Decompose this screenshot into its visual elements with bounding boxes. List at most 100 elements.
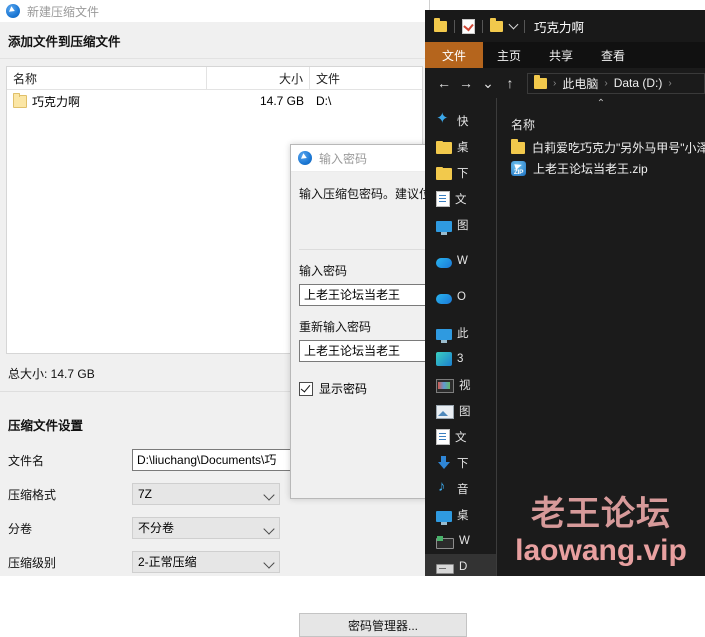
- divider: [454, 19, 455, 33]
- level-select-value: 2-正常压缩: [138, 555, 197, 569]
- sidebar-item-downloads-folder[interactable]: 下: [425, 160, 496, 186]
- folder-icon[interactable]: [434, 17, 447, 32]
- sidebar-item-label: W: [457, 255, 468, 267]
- explorer-window: 巧克力啊 文件 主页 共享 查看 ← → ⌄ ↑ › 此电脑 › Data (D…: [425, 10, 705, 576]
- sidebar-item-label: 文: [455, 432, 467, 444]
- network-drive-icon: [436, 535, 454, 549]
- sidebar-item-documents-pc[interactable]: 文: [425, 424, 496, 450]
- bandizip-window-title: 新建压缩文件: [27, 4, 100, 19]
- tab-share[interactable]: 共享: [535, 42, 587, 68]
- column-header-name[interactable]: 名称: [7, 67, 207, 89]
- this-pc-icon: [436, 328, 452, 343]
- chevron-right-icon: ›: [668, 77, 672, 89]
- explorer-ribbon-tabs: 文件 主页 共享 查看: [425, 42, 705, 68]
- sidebar-item-documents[interactable]: 文: [425, 186, 496, 212]
- explorer-body: 快 桌 下 文 图 W O: [425, 98, 705, 576]
- chevron-down-icon: [263, 523, 275, 535]
- label-format: 压缩格式: [8, 487, 57, 502]
- watermark-line-2: laowang.vip: [515, 534, 687, 567]
- sidebar-item-music[interactable]: 音: [425, 476, 496, 502]
- column-header-path[interactable]: 文件: [310, 67, 422, 89]
- music-icon: [436, 478, 452, 497]
- sidebar-item-pictures-pc[interactable]: 图: [425, 398, 496, 424]
- recent-locations-icon[interactable]: ⌄: [477, 72, 499, 94]
- sidebar-item-desktop-pc[interactable]: 桌: [425, 502, 496, 528]
- sidebar-item-data-drive[interactable]: D: [425, 554, 496, 576]
- star-icon: [436, 109, 452, 129]
- sidebar-item-3d-objects[interactable]: 3: [425, 346, 496, 372]
- explorer-address-bar: ← → ⌄ ↑ › 此电脑 › Data (D:) ›: [425, 68, 705, 98]
- sidebar-item-label: 图: [457, 220, 469, 232]
- row-path-cell: D:\: [316, 94, 332, 108]
- chevron-right-icon: ›: [604, 77, 608, 89]
- sidebar-item-desktop[interactable]: 桌: [425, 134, 496, 160]
- up-icon[interactable]: ↑: [499, 72, 521, 94]
- sidebar-item-downloads[interactable]: 下: [425, 450, 496, 476]
- customize-chevron-icon[interactable]: [508, 19, 519, 30]
- onedrive-icon: [436, 258, 452, 268]
- sidebar-item-onedrive-personal[interactable]: O: [425, 284, 496, 310]
- back-icon[interactable]: ←: [433, 72, 455, 94]
- sidebar-item-label: 下: [457, 168, 469, 180]
- collapse-ribbon-icon[interactable]: ⌃: [497, 98, 705, 110]
- table-row[interactable]: 巧克力啊 14.7 GB D:\: [7, 90, 422, 112]
- volume-select-value: 不分卷: [138, 521, 175, 535]
- tab-view[interactable]: 查看: [587, 42, 639, 68]
- forward-icon[interactable]: →: [455, 72, 477, 94]
- sidebar-item-quick-access[interactable]: 快: [425, 108, 496, 134]
- file-column-header-name[interactable]: 名称: [497, 110, 705, 137]
- explorer-file-pane[interactable]: ⌃ 名称 白莉爱吃巧克力"另外马甲号"小泽 ZIP 上老王论坛当老王.zip 老…: [497, 98, 705, 576]
- sidebar-item-label: 视: [459, 380, 471, 392]
- monitor-icon: [436, 510, 452, 525]
- divider: [524, 19, 525, 33]
- download-icon: [436, 455, 452, 471]
- sidebar-item-label: 图: [459, 406, 471, 418]
- level-select[interactable]: 2-正常压缩: [132, 551, 280, 573]
- format-select[interactable]: 7Z: [132, 483, 280, 505]
- breadcrumb[interactable]: › 此电脑 › Data (D:) ›: [527, 72, 705, 94]
- file-list-columns: 名称 大小 文件: [7, 67, 422, 90]
- tab-home[interactable]: 主页: [483, 42, 535, 68]
- sidebar-item-label: 此: [457, 328, 469, 340]
- bandizip-titlebar: 新建压缩文件: [0, 0, 429, 22]
- column-header-size[interactable]: 大小: [207, 67, 310, 89]
- sidebar-item-this-pc[interactable]: 此: [425, 320, 496, 346]
- label-level: 压缩级别: [8, 555, 57, 570]
- chevron-down-icon: [263, 557, 275, 569]
- archive-settings-title: 压缩文件设置: [8, 419, 84, 433]
- zip-icon: ZIP: [511, 161, 526, 176]
- explorer-titlebar: 巧克力啊: [425, 10, 705, 42]
- properties-icon[interactable]: [462, 18, 475, 34]
- film-icon: [436, 379, 454, 393]
- list-item[interactable]: ZIP 上老王论坛当老王.zip: [497, 158, 705, 179]
- cube-icon: [436, 352, 452, 366]
- folder-icon: [436, 141, 452, 154]
- field-row-level: 压缩级别 2-正常压缩: [8, 545, 428, 579]
- divider: [482, 19, 483, 33]
- breadcrumb-this-pc[interactable]: 此电脑: [562, 75, 598, 92]
- new-folder-icon[interactable]: [490, 17, 503, 32]
- watermark-line-1: 老王论坛: [531, 495, 671, 533]
- sidebar-item-label: 快: [457, 116, 469, 128]
- tab-file[interactable]: 文件: [425, 42, 484, 68]
- label-filename: 文件名: [8, 453, 45, 468]
- explorer-window-title: 巧克力啊: [534, 20, 585, 35]
- password-manager-button[interactable]: 密码管理器...: [299, 613, 467, 637]
- volume-select[interactable]: 不分卷: [132, 517, 280, 539]
- bandizip-app-icon: [6, 4, 20, 18]
- sidebar-item-label: 下: [457, 458, 469, 470]
- document-icon: [436, 429, 450, 445]
- sidebar-item-pictures[interactable]: 图: [425, 212, 496, 238]
- filename-input[interactable]: D:\liuchang\Documents\巧: [132, 449, 292, 471]
- password-dialog-title: 输入密码: [319, 151, 368, 166]
- explorer-nav-pane[interactable]: 快 桌 下 文 图 W O: [425, 98, 497, 576]
- list-item[interactable]: 白莉爱吃巧克力"另外马甲号"小泽: [497, 137, 705, 158]
- breadcrumb-data-d[interactable]: Data (D:): [614, 76, 663, 90]
- row-name-text: 巧克力啊: [32, 94, 81, 109]
- sidebar-item-onedrive-work[interactable]: W: [425, 248, 496, 274]
- sidebar-item-label: D: [459, 561, 468, 573]
- sidebar-item-label: 音: [457, 484, 469, 496]
- list-item-label: 上老王论坛当老王.zip: [533, 162, 648, 176]
- sidebar-item-windows-drive[interactable]: W: [425, 528, 496, 554]
- sidebar-item-videos[interactable]: 视: [425, 372, 496, 398]
